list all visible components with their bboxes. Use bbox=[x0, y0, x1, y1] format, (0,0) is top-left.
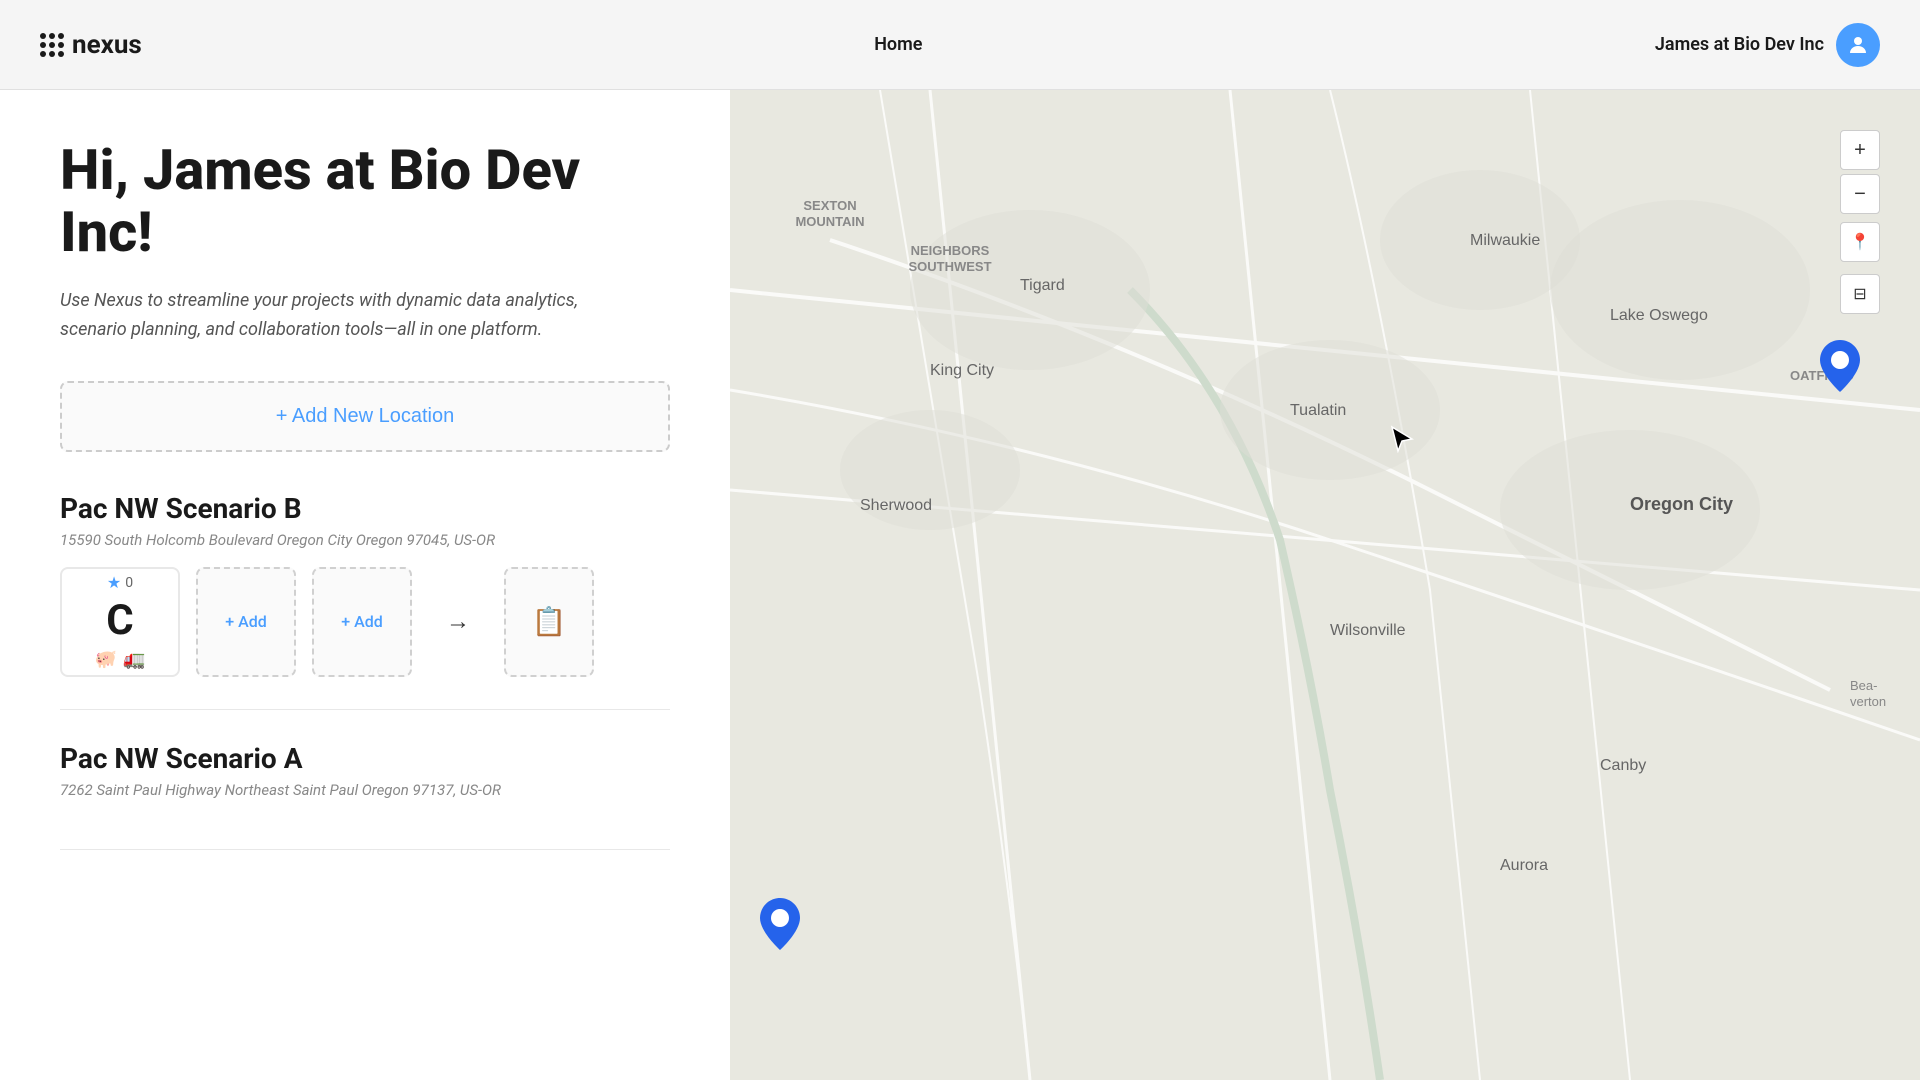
add-tile-1-label: + Add bbox=[225, 612, 267, 631]
add-tile-2-label: + Add bbox=[341, 612, 383, 631]
svg-text:Aurora: Aurora bbox=[1500, 857, 1548, 874]
svg-text:Oregon City: Oregon City bbox=[1630, 494, 1733, 514]
doc-tile[interactable]: 📋 bbox=[504, 567, 594, 677]
greeting-heading: Hi, James at Bio Dev Inc! bbox=[60, 140, 670, 263]
logo-text: nexus bbox=[72, 30, 142, 60]
svg-text:Sherwood: Sherwood bbox=[860, 497, 932, 514]
add-tile-1[interactable]: + Add bbox=[196, 567, 296, 677]
svg-text:SEXTON: SEXTON bbox=[803, 198, 856, 213]
location-button[interactable]: 📍 bbox=[1840, 222, 1880, 262]
svg-text:verton: verton bbox=[1850, 694, 1886, 709]
truck-icon: 🚛 bbox=[123, 649, 145, 670]
arrow-icon: → bbox=[446, 607, 470, 636]
scenario-b-address: 15590 South Holcomb Boulevard Oregon Cit… bbox=[60, 531, 670, 549]
pig-icon: 🐖 bbox=[95, 649, 117, 670]
svg-text:King City: King City bbox=[930, 362, 994, 379]
svg-text:Lake Oswego: Lake Oswego bbox=[1610, 307, 1708, 324]
star-count: 0 bbox=[125, 575, 133, 591]
main-nav: Home bbox=[874, 34, 922, 55]
map-panel: SEXTON MOUNTAIN NEIGHBORS SOUTHWEST Tiga… bbox=[730, 90, 1920, 1080]
doc-icon: 📋 bbox=[532, 605, 567, 638]
svg-text:Tigard: Tigard bbox=[1020, 277, 1065, 294]
left-panel: Hi, James at Bio Dev Inc! Use Nexus to s… bbox=[0, 90, 730, 1080]
zoom-out-button[interactable]: − bbox=[1840, 174, 1880, 214]
layers-icon: ⊟ bbox=[1853, 284, 1866, 304]
add-location-button[interactable]: + Add New Location bbox=[60, 381, 670, 452]
map-pin-2[interactable] bbox=[760, 898, 800, 960]
scenario-a-address: 7262 Saint Paul Highway Northeast Saint … bbox=[60, 781, 670, 799]
logo-dots-icon bbox=[40, 33, 64, 57]
scenario-a-name: Pac NW Scenario A bbox=[60, 742, 670, 775]
svg-text:Bea-: Bea- bbox=[1850, 678, 1877, 693]
location-icon: 📍 bbox=[1850, 232, 1870, 252]
svg-text:MOUNTAIN: MOUNTAIN bbox=[795, 214, 864, 229]
logo[interactable]: nexus bbox=[40, 30, 142, 60]
svg-text:Wilsonville: Wilsonville bbox=[1330, 622, 1406, 639]
main-content: Hi, James at Bio Dev Inc! Use Nexus to s… bbox=[0, 90, 1920, 1080]
svg-text:Milwaukie: Milwaukie bbox=[1470, 232, 1540, 249]
map-pin-1[interactable] bbox=[1820, 340, 1860, 402]
svg-text:Canby: Canby bbox=[1600, 757, 1646, 774]
tile-icons: 🐖 🚛 bbox=[95, 649, 146, 670]
grade-letter: C bbox=[106, 596, 133, 645]
scenario-card-a: Pac NW Scenario A 7262 Saint Paul Highwa… bbox=[60, 742, 670, 850]
nav-home-link[interactable]: Home bbox=[874, 34, 922, 55]
user-info[interactable]: James at Bio Dev Inc bbox=[1655, 23, 1880, 67]
add-tile-2[interactable]: + Add bbox=[312, 567, 412, 677]
svg-text:NEIGHBORS: NEIGHBORS bbox=[911, 243, 990, 258]
header: nexus Home James at Bio Dev Inc bbox=[0, 0, 1920, 90]
layers-button[interactable]: ⊟ bbox=[1840, 274, 1880, 314]
star-icon: ★ bbox=[107, 573, 121, 592]
map-background: SEXTON MOUNTAIN NEIGHBORS SOUTHWEST Tiga… bbox=[730, 90, 1920, 1080]
svg-text:Tualatin: Tualatin bbox=[1290, 402, 1346, 419]
map-controls: + − 📍 ⊟ bbox=[1840, 130, 1880, 314]
avatar bbox=[1836, 23, 1880, 67]
subtitle-text: Use Nexus to streamline your projects wi… bbox=[60, 287, 640, 345]
arrow-button[interactable]: → bbox=[428, 567, 488, 677]
zoom-in-button[interactable]: + bbox=[1840, 130, 1880, 170]
scenario-b-name: Pac NW Scenario B bbox=[60, 492, 670, 525]
scenario-card-b: Pac NW Scenario B 15590 South Holcomb Bo… bbox=[60, 492, 670, 710]
user-name-label: James at Bio Dev Inc bbox=[1655, 34, 1824, 55]
svg-text:SOUTHWEST: SOUTHWEST bbox=[908, 259, 991, 274]
scenario-b-tiles: ★ 0 C 🐖 🚛 + Add + Add bbox=[60, 567, 670, 677]
grade-tile[interactable]: ★ 0 C 🐖 🚛 bbox=[60, 567, 180, 677]
